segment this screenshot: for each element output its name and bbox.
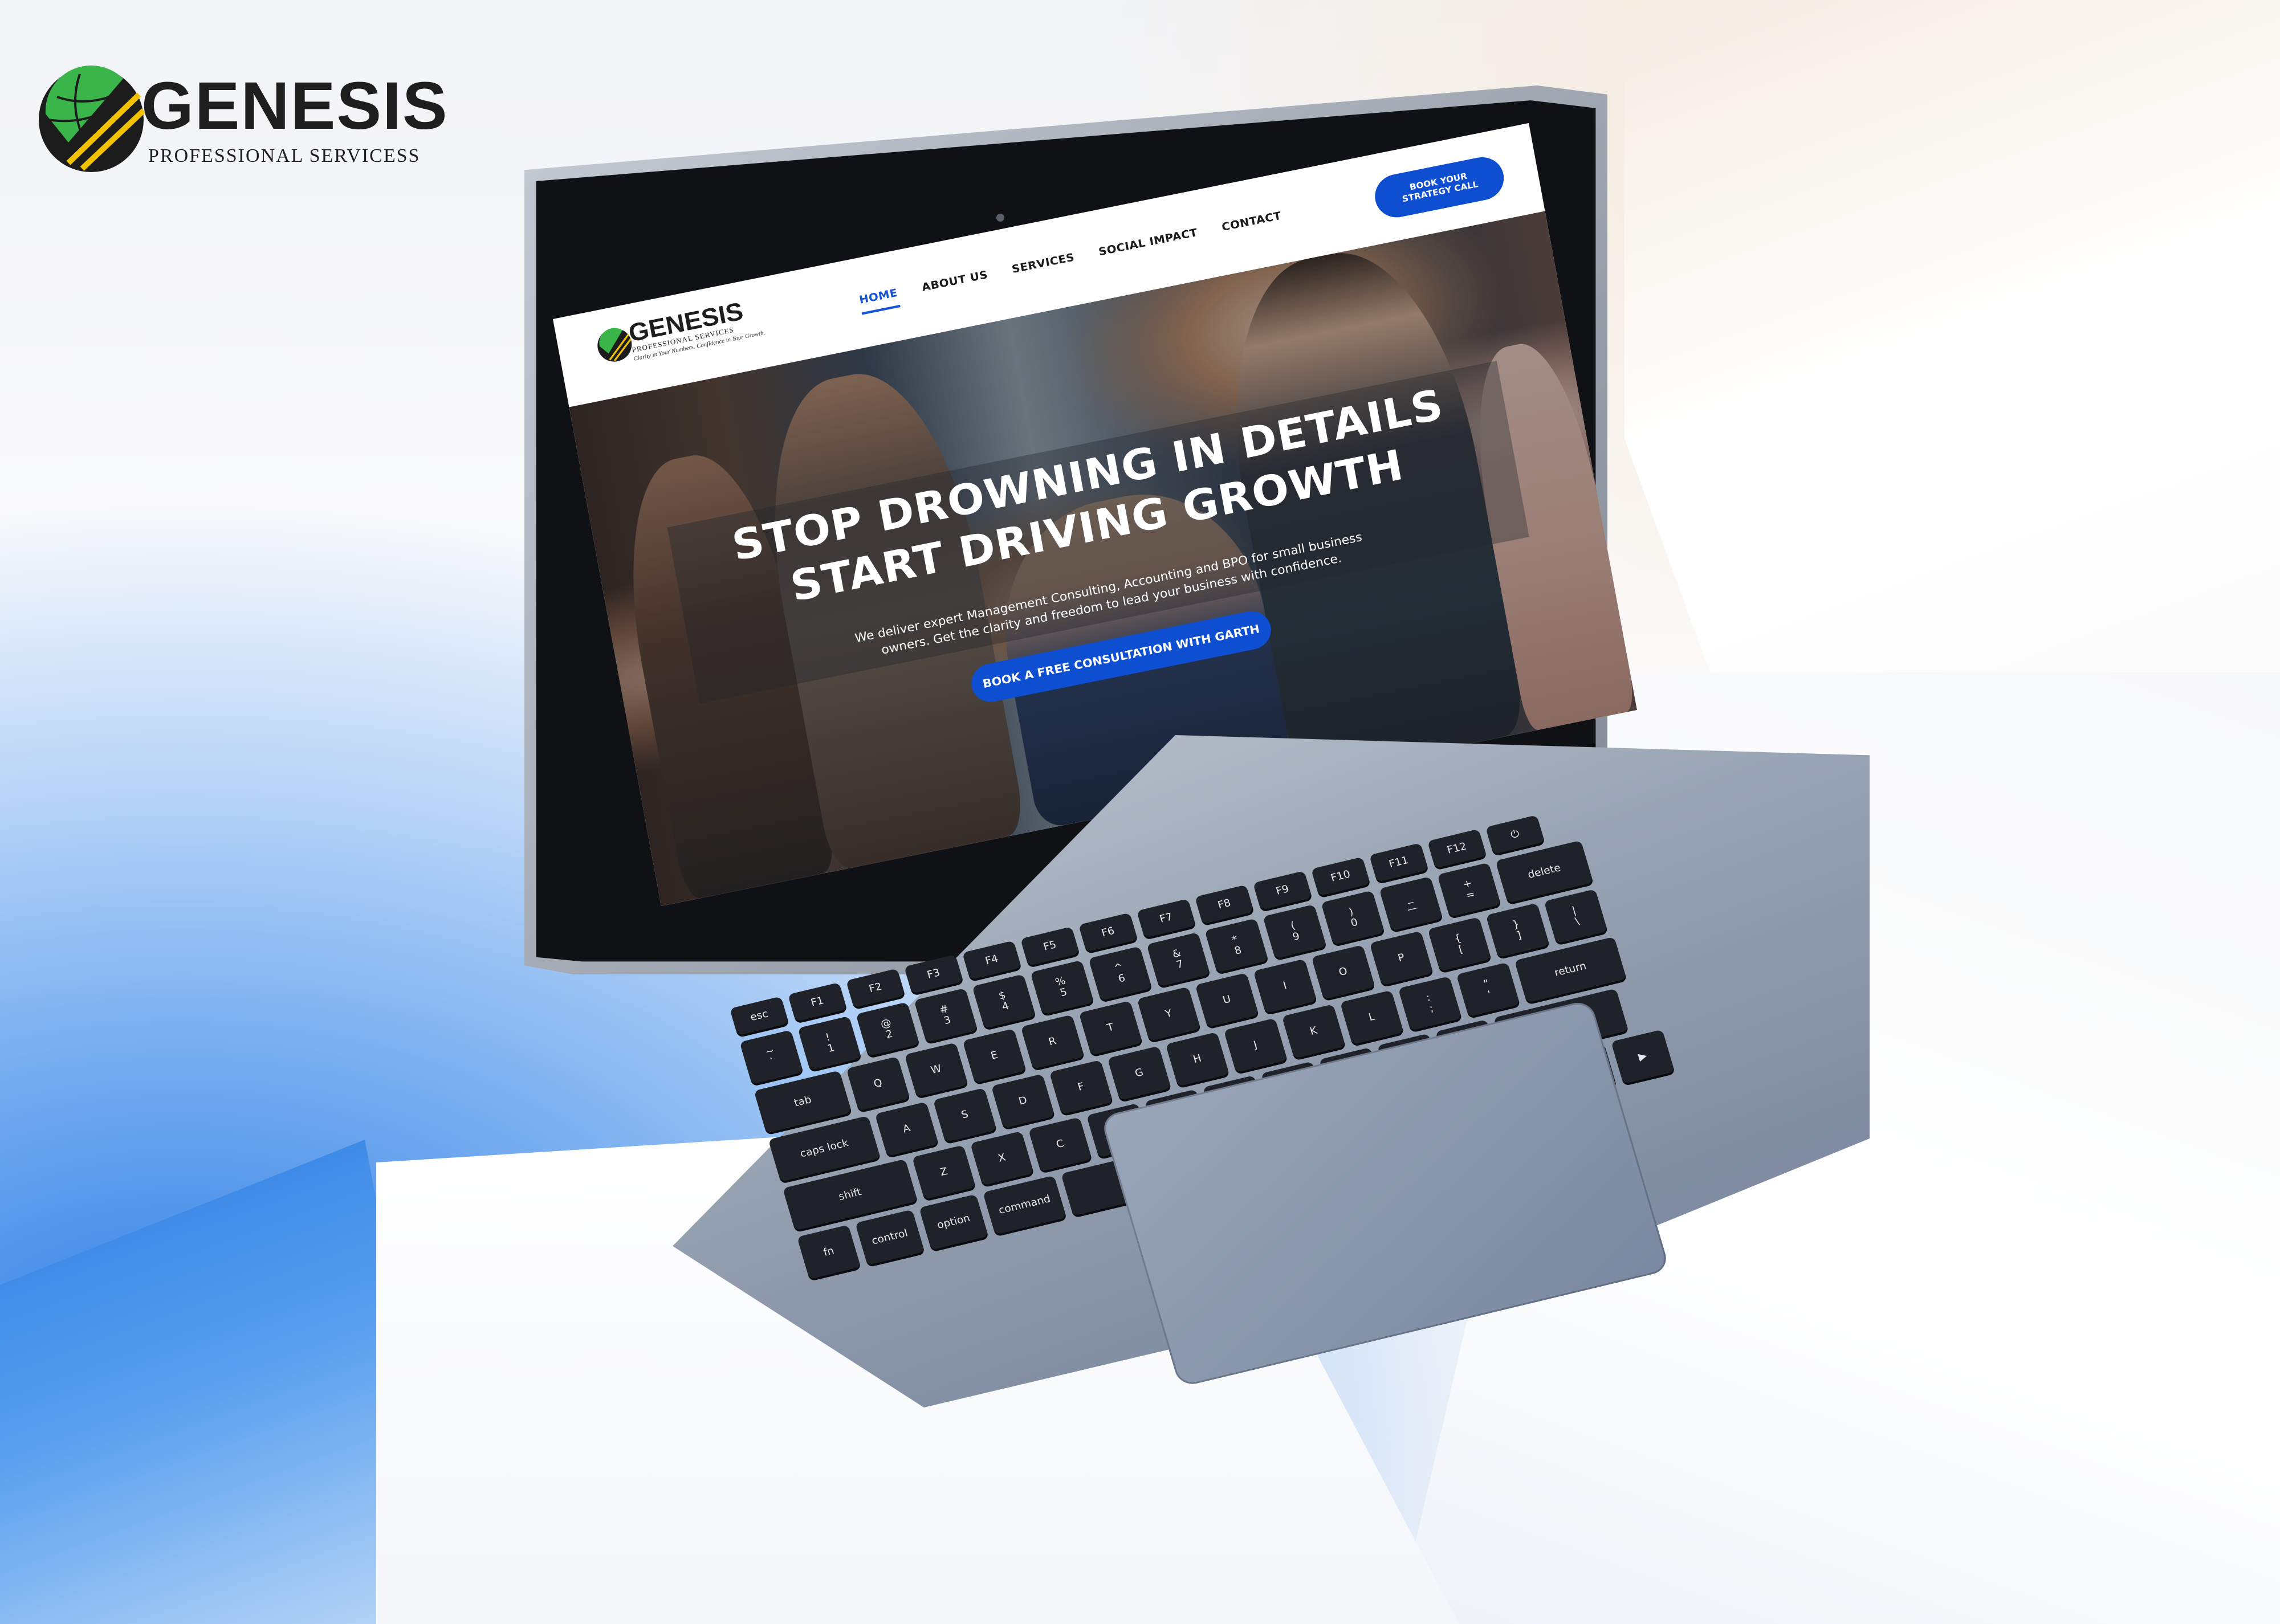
keyboard-key[interactable]: Q (846, 1056, 910, 1111)
laptop-mockup: GENESIS PROFESSIONAL SERVICES Clarity in… (0, 0, 2280, 1624)
book-strategy-call-button[interactable]: BOOK YOUR STRATEGY CALL (1371, 153, 1508, 222)
keyboard-key[interactable]: H (1165, 1032, 1229, 1087)
keyboard-key[interactable]: % 5 (1030, 960, 1094, 1015)
keyboard-key[interactable]: ) 0 (1321, 890, 1385, 945)
keyboard-key[interactable]: X (970, 1131, 1034, 1186)
keyboard-key[interactable]: O (1311, 945, 1375, 999)
keyboard-key[interactable]: esc (730, 996, 789, 1036)
keyboard-key[interactable]: ^ 6 (1088, 946, 1153, 1001)
site-logo[interactable]: GENESIS PROFESSIONAL SERVICES Clarity in… (593, 295, 766, 369)
nav-item-about-us[interactable]: ABOUT US (921, 268, 990, 302)
keyboard-key[interactable]: control (855, 1209, 925, 1266)
keyboard-key[interactable]: P (1369, 931, 1434, 986)
keyboard-key[interactable]: K (1281, 1004, 1346, 1059)
keyboard-key[interactable]: S (933, 1087, 997, 1142)
nav-item-contact[interactable]: CONTACT (1221, 210, 1284, 242)
keyboard-key[interactable]: W (904, 1042, 968, 1097)
keyboard-key[interactable]: C (1028, 1117, 1092, 1172)
keyboard-key[interactable]: { [ (1427, 917, 1492, 972)
keyboard-key[interactable]: * 8 (1204, 918, 1269, 973)
keyboard-key[interactable]: option (919, 1194, 988, 1250)
keyboard-key[interactable]: U (1195, 973, 1259, 1027)
keyboard-key[interactable]: T (1078, 1001, 1143, 1055)
keyboard-key[interactable]: Z (911, 1145, 976, 1200)
keyboard-key[interactable]: G (1107, 1046, 1171, 1101)
keyboard-key[interactable]: fn (797, 1225, 861, 1279)
keyboard-key[interactable]: R (1020, 1014, 1085, 1070)
keyboard-key[interactable]: A (874, 1101, 939, 1157)
keyboard-key[interactable]: E (962, 1028, 1027, 1083)
webcam-icon (996, 214, 1004, 222)
keyboard-key[interactable]: J (1223, 1018, 1288, 1073)
keyboard-key[interactable]: I (1253, 958, 1317, 1014)
keyboard-key[interactable]: + = (1437, 862, 1501, 917)
keyboard-key[interactable]: @ 2 (856, 1002, 920, 1057)
keyboard-key[interactable]: : ; (1398, 976, 1462, 1031)
keyboard-key[interactable]: | \ (1544, 889, 1608, 944)
keyboard-key[interactable]: D (991, 1074, 1055, 1129)
keyboard-key[interactable]: F (1049, 1059, 1113, 1115)
keyboard-key[interactable]: # 3 (914, 988, 978, 1043)
keyboard-key[interactable]: command (983, 1175, 1066, 1235)
keyboard-key[interactable]: Y (1137, 986, 1201, 1042)
nav-item-services[interactable]: SERVICES (1011, 251, 1077, 284)
keyboard-key[interactable]: $ 4 (972, 974, 1036, 1029)
keyboard-key[interactable]: ~ ` (739, 1030, 804, 1084)
keyboard-key[interactable]: _ — (1379, 876, 1443, 931)
site-logo-text: GENESIS PROFESSIONAL SERVICES Clarity in… (626, 295, 766, 362)
keyboard-key[interactable]: ! 1 (797, 1015, 862, 1071)
keyboard-key[interactable]: L (1339, 990, 1404, 1045)
keyboard-key[interactable]: } ] (1485, 903, 1550, 958)
nav-item-social-impact[interactable]: SOCIAL IMPACT (1098, 226, 1200, 267)
keyboard-key[interactable]: ▶ (1611, 1029, 1675, 1084)
keyboard-key[interactable]: F1 (788, 982, 847, 1022)
keyboard-key[interactable]: & 7 (1146, 932, 1211, 987)
keyboard-key[interactable]: " ' (1456, 962, 1520, 1017)
nav-item-home[interactable]: HOME (858, 286, 901, 315)
keyboard-key[interactable]: ( 9 (1263, 904, 1327, 959)
